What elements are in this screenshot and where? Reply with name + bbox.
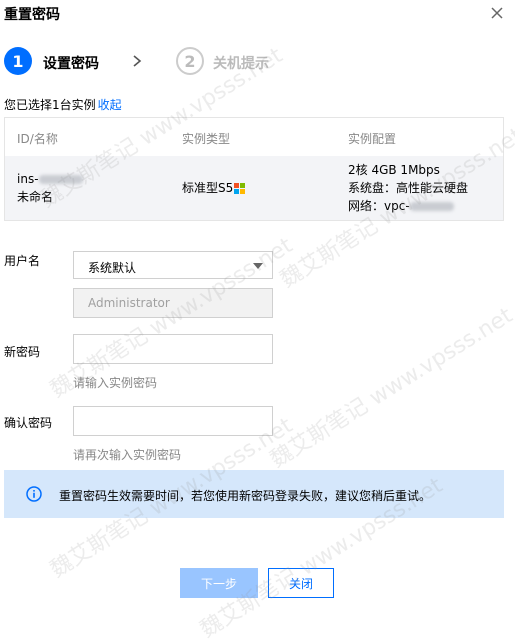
table-row: ins- 未命名 标准型S5 2核 4GB 1Mbps 系统盘：高性能云硬盘 网… (5, 156, 503, 220)
config-disk: 系统盘：高性能云硬盘 (348, 181, 469, 195)
config-network-redacted (409, 202, 454, 211)
collapse-link[interactable]: 收起 (98, 98, 122, 112)
username-label: 用户名 (4, 254, 41, 268)
watermark: 魏艾斯笔记 www.vpsss.net (266, 303, 515, 474)
header-id-name: ID/名称 (17, 132, 58, 146)
instance-name: 未命名 (17, 190, 54, 204)
instance-id-redacted (38, 175, 83, 184)
new-password-label: 新密码 (4, 345, 41, 359)
new-password-field[interactable] (73, 334, 273, 364)
windows-icon (234, 183, 246, 194)
confirm-password-hint: 请再次输入实例密码 (73, 448, 182, 462)
header-instance-type: 实例类型 (182, 132, 231, 146)
selection-text: 您已选择1台实例 (4, 98, 96, 112)
username-select-value: 系统默认 (88, 261, 137, 275)
instance-id-cell: ins- 未命名 (17, 170, 83, 206)
close-button[interactable]: 关闭 (268, 568, 334, 598)
close-icon[interactable] (490, 6, 504, 20)
step-2-circle: 2 (176, 47, 204, 75)
confirm-password-label: 确认密码 (4, 416, 53, 430)
info-notice: 重置密码生效需要时间，若您使用新密码登录失败，建议您稍后重试。 (4, 470, 504, 518)
info-icon (26, 486, 42, 502)
step-1-circle: 1 (4, 47, 32, 75)
notice-text: 重置密码生效需要时间，若您使用新密码登录失败，建议您稍后重试。 (59, 489, 432, 503)
table-header: ID/名称 实例类型 实例配置 (5, 118, 503, 157)
instance-type-cell: 标准型S5 (182, 179, 246, 197)
step-1-label: 设置密码 (43, 56, 99, 72)
caret-down-icon (253, 263, 263, 269)
confirm-password-field[interactable] (73, 406, 273, 436)
config-cpu-mem-bw: 2核 4GB 1Mbps (348, 163, 440, 177)
header-instance-config: 实例配置 (348, 132, 397, 146)
chevron-right-icon (131, 54, 143, 68)
instance-id-prefix: ins- (17, 172, 39, 186)
instance-table: ID/名称 实例类型 实例配置 ins- 未命名 标准型S5 2核 4GB 1M… (4, 117, 504, 221)
new-password-hint: 请输入实例密码 (73, 376, 158, 390)
selection-info: 您已选择1台实例 收起 (4, 96, 122, 113)
username-field: Administrator (73, 288, 273, 318)
step-2-label: 关机提示 (213, 56, 269, 72)
dialog-title: 重置密码 (4, 7, 60, 23)
instance-config-cell: 2核 4GB 1Mbps 系统盘：高性能云硬盘 网络：vpc- (348, 161, 468, 215)
instance-type: 标准型S5 (182, 181, 234, 195)
next-button[interactable]: 下一步 (180, 568, 258, 598)
username-select[interactable]: 系统默认 (73, 251, 273, 279)
config-network-prefix: 网络：vpc- (348, 199, 410, 213)
